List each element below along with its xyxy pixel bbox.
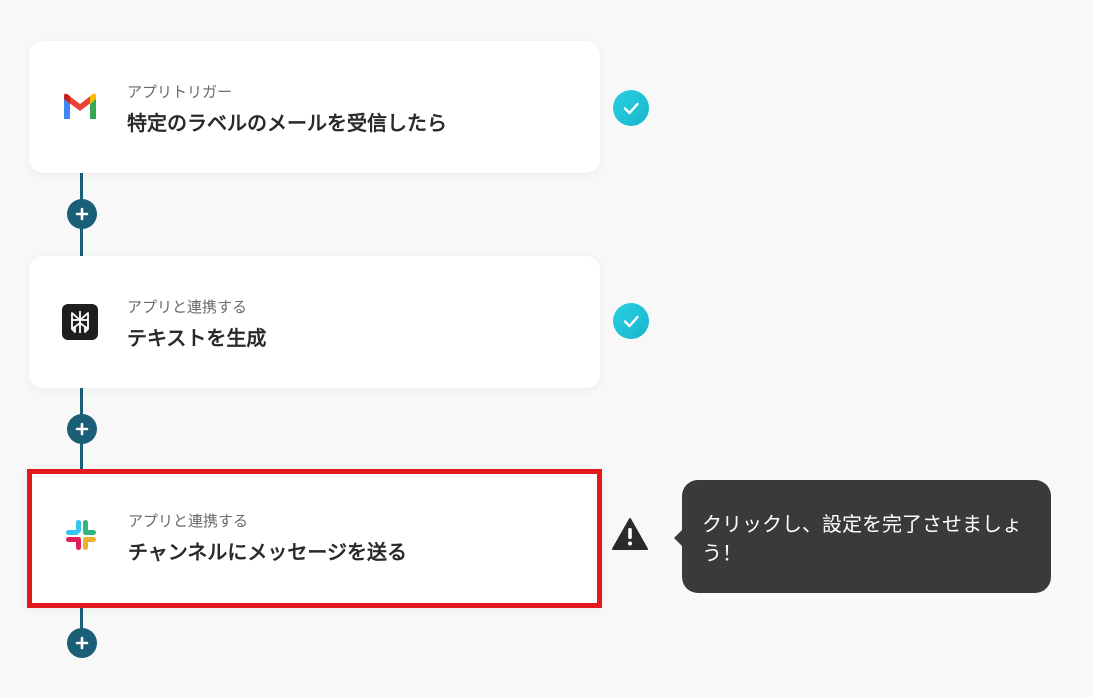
- perplexity-icon: [62, 304, 98, 340]
- slack-icon: [63, 517, 99, 553]
- step-subtitle: アプリと連携する: [127, 298, 248, 316]
- gmail-icon: [62, 89, 98, 125]
- tooltip-text: クリックし、設定を完了させましょう！: [702, 511, 1022, 565]
- check-icon: [613, 90, 649, 126]
- step-title: チャンネルにメッセージを送る: [128, 540, 407, 564]
- step-subtitle: アプリトリガー: [127, 83, 233, 101]
- flow-step-card-3[interactable]: アプリと連携する チャンネルにメッセージを送る: [27, 469, 602, 608]
- setup-tooltip: クリックし、設定を完了させましょう！: [674, 480, 1051, 593]
- step-subtitle: アプリと連携する: [128, 512, 249, 530]
- warning-icon: [611, 517, 649, 551]
- check-icon: [613, 303, 649, 339]
- flow-step-card-2[interactable]: アプリと連携する テキストを生成: [29, 256, 600, 388]
- flow-step-card-1[interactable]: アプリトリガー 特定のラベルのメールを受信したら: [29, 41, 600, 173]
- step-title: テキストを生成: [127, 326, 267, 350]
- add-step-button[interactable]: [67, 628, 97, 658]
- add-step-button[interactable]: [67, 414, 97, 444]
- step-title: 特定のラベルのメールを受信したら: [127, 111, 447, 135]
- flow-canvas: アプリトリガー 特定のラベルのメールを受信したら アプリと連携する テキストを生…: [0, 0, 1093, 697]
- add-step-button[interactable]: [67, 199, 97, 229]
